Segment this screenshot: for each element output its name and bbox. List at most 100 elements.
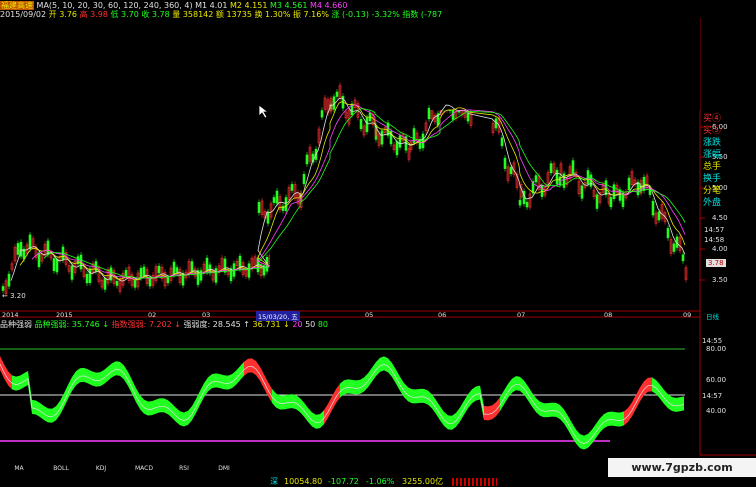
indicator-band [672,397,676,412]
indicator-band [464,394,468,415]
indicator-band [188,406,192,425]
indicator-band [68,377,72,399]
candle-body [70,265,74,280]
indicator-band [460,400,464,422]
price-label-400: 4.00 [712,245,728,253]
x-label-2015: 2015 [56,311,73,319]
candle-body [627,177,631,191]
indicator-band [48,408,52,423]
candle-body [172,261,176,276]
ind-axis-80: 80.00 [706,345,727,353]
period-label[interactable]: 日线 [706,311,719,321]
side-btn-buy5[interactable]: 买⑤ [703,125,725,137]
indicator-band [0,356,4,379]
blank-area [430,18,700,110]
indicator-v4: 36.731 ↓ [252,320,290,329]
indicator-band [192,399,196,421]
candle-body [205,257,209,273]
indicator-band [180,411,184,427]
indicator-band [224,375,228,390]
candle-body [427,108,431,120]
tab-dmi[interactable]: DMI [212,464,236,474]
candle-body [666,228,670,239]
x-label-06: 06 [438,311,447,319]
indicator-band [620,411,624,427]
indicator-band [140,395,144,414]
indicator-band [532,392,536,413]
indicator-band [596,418,600,438]
indicator-band [200,383,204,405]
indicator-band [228,374,232,390]
candle-body [284,197,288,211]
candle-body [595,194,599,209]
indicator-band [152,399,156,416]
candle-body [621,192,625,207]
candle-body [549,163,553,174]
tab-macd[interactable]: MACD [130,464,158,474]
indicator-band [272,388,276,408]
candle-body [335,91,339,97]
indicator-band [372,361,376,382]
side-btn-total-hands[interactable]: 总手 [703,161,725,173]
ind-time-1: 14:55 [702,337,723,345]
indicator-band [388,358,392,377]
candle-body [124,269,128,277]
side-btn-change[interactable]: 涨跌 [703,137,725,149]
candle-body [651,200,655,216]
status-strip [452,478,497,486]
indicator-band [292,394,296,410]
indicator-band [204,377,208,398]
candle-body [22,248,26,260]
side-btn-pct[interactable]: 涨幅 [703,149,725,161]
candle-body [133,279,137,288]
indicator-band [256,361,260,381]
price-label-450: 4.50 [712,214,728,222]
side-btn-ticks[interactable]: 分笔 [703,185,725,197]
indicator-tabs: MA BOLL KDJ MACD RSI DMI [0,464,250,474]
indicator-band [612,411,616,427]
candle-body [365,117,369,132]
tab-kdj[interactable]: KDJ [88,464,114,474]
indicator-band [4,364,8,386]
status-market[interactable]: 深 [270,477,278,487]
indicator-name[interactable]: 品种强弱 [0,320,32,329]
indicator-band [484,406,488,421]
indicator-band [632,394,636,417]
candle-body [1,286,5,291]
indicator-band [496,397,500,417]
indicator-band [356,379,360,395]
indicator-band [268,382,272,403]
tab-ma[interactable]: MA [8,464,30,474]
kline-chart[interactable] [0,0,756,487]
indicator-band [456,407,460,427]
indicator-band [676,397,680,412]
indicator-band [80,367,84,383]
candle-body [199,270,203,281]
candle-body [380,130,384,145]
side-btn-outer[interactable]: 外盘 [703,197,725,209]
indicator-band [524,380,528,401]
mouse-cursor-icon [258,104,270,119]
candle-body [503,157,507,169]
tab-rsi[interactable]: RSI [172,464,196,474]
indicator-band [148,401,152,416]
candle-body [214,268,218,283]
indicator-v3: 强弱度: 28.545 ↑ [183,320,250,329]
side-btn-turnover[interactable]: 换手 [703,173,725,185]
indicator-band [184,410,188,427]
indicator-band [212,373,216,389]
tab-boll[interactable]: BOLL [48,464,74,474]
indicator-band [128,371,132,394]
indicator-band [260,366,264,389]
candle-body [166,277,170,284]
candle-body [580,185,584,199]
indicator-band [352,379,356,395]
indicator-band [300,398,304,417]
indicator-band [424,388,428,405]
indicator-band [248,358,252,373]
indicator-band [136,388,140,410]
side-btn-buy4[interactable]: 买④ [703,113,725,125]
indicator-band [196,390,200,414]
candle-body [421,133,425,149]
indicator-band [348,379,352,394]
